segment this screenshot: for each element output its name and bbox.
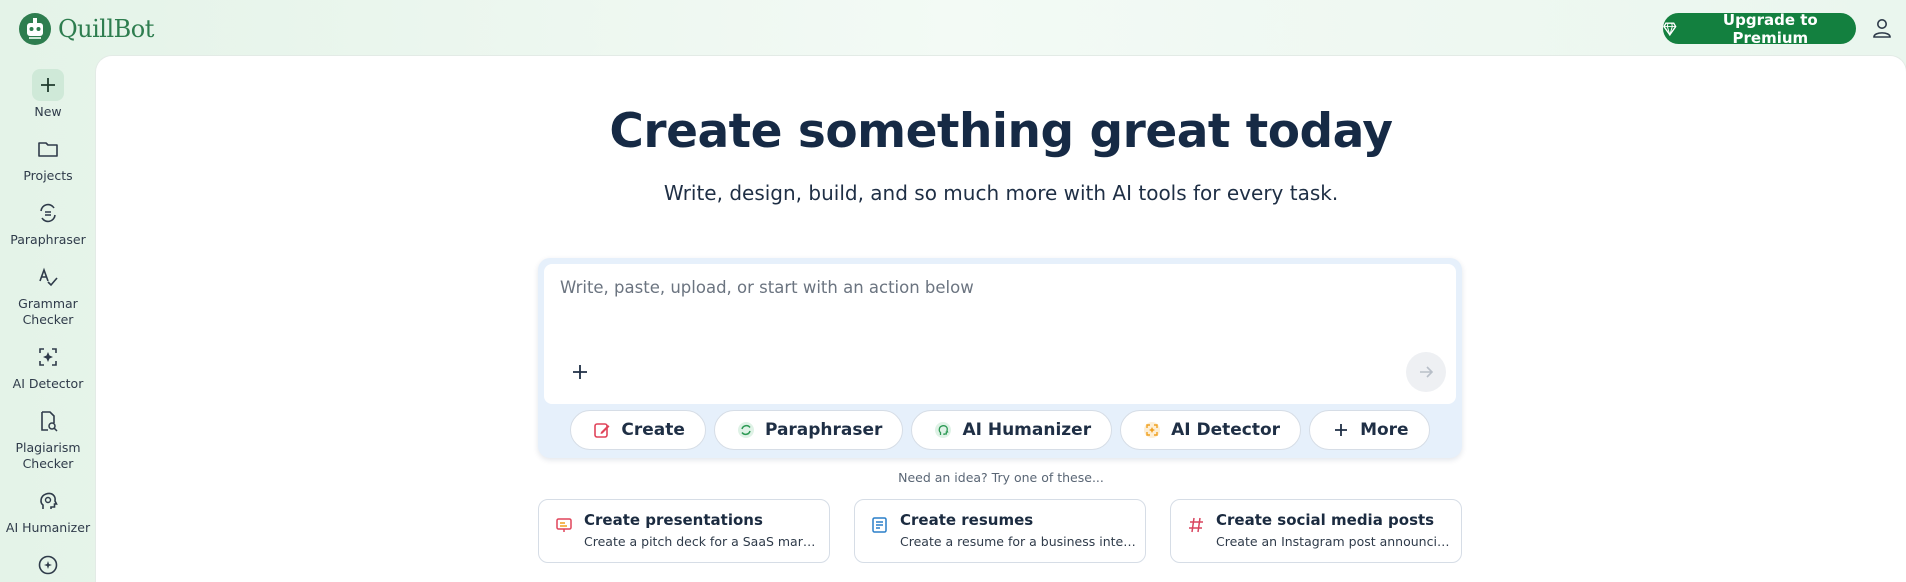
plus-icon [32,69,64,101]
plagiarism-icon [32,405,64,437]
sidebar-item-plagiarism-checker[interactable]: Plagiarism Checker [0,405,96,472]
ai-detector-icon [32,341,64,373]
chip-more[interactable]: More [1309,410,1430,450]
sidebar-item-label: Plagiarism Checker [15,440,81,471]
arrow-right-icon [1420,366,1434,378]
prompt-composer: Write, paste, upload, or start with an a… [538,258,1462,458]
card-subtitle: Create an Instagram post announcing a... [1216,534,1452,549]
sidebar-item-label: AI Detector [12,376,84,391]
page-subtitle: Write, design, build, and so much more w… [663,181,1339,205]
sidebar-item-label: Paraphraser [10,232,86,247]
card-title: Create resumes [900,511,1034,529]
user-account-icon[interactable] [1870,16,1894,40]
brand-name: QuillBot [58,15,154,43]
sidebar-item-new[interactable]: New [0,69,96,120]
card-title: Create presentations [584,511,763,529]
chip-label: Paraphraser [764,420,883,440]
sidebar-item-ai-humanizer[interactable]: AI Humanizer [0,485,96,536]
sidebar-item-label: New [34,104,62,119]
chip-ai-detector[interactable]: AI Detector [1120,410,1302,450]
folder-icon [32,133,64,165]
sidebar-item-label: AI Humanizer [5,520,91,535]
send-button[interactable] [1406,352,1446,392]
main-panel: Create something great today Write, desi… [96,56,1906,582]
card-title: Create social media posts [1216,511,1435,529]
prompt-input[interactable]: Write, paste, upload, or start with an a… [544,264,1456,404]
chip-label: More [1360,420,1409,440]
upgrade-button[interactable]: Upgrade to Premium [1663,10,1856,47]
sidebar-item-label: Grammar Checker [18,296,78,327]
sidebar-item-grammar-checker[interactable]: Grammar Checker [0,261,96,328]
suggestion-card-social-media[interactable]: Create social media posts Create an Inst… [1170,499,1462,563]
top-bar: QuillBot Upgrade to Premium [0,0,1906,56]
chip-label: Create [621,420,685,440]
sidebar-item-label: Projects [23,168,73,183]
edit-icon [594,423,610,438]
action-chips: Create Paraphraser AI Humanizer AI Detec… [538,410,1462,450]
sidebar-nav: New Projects Paraphraser Grammar Checker… [0,56,96,582]
ai-detector-icon [1144,422,1161,438]
chip-ai-humanizer[interactable]: AI Humanizer [911,410,1113,450]
prompt-placeholder: Write, paste, upload, or start with an a… [560,278,974,297]
grammar-check-icon [32,261,64,293]
add-circle-icon [32,549,64,581]
humanizer-icon [935,422,952,438]
diamond-icon [1663,21,1677,36]
suggestion-card-presentations[interactable]: Create presentations Create a pitch deck… [538,499,830,563]
sidebar-item-ai-detector[interactable]: AI Detector [0,341,96,392]
suggestion-card-resumes[interactable]: Create resumes Create a resume for a bus… [854,499,1146,563]
card-subtitle: Create a pitch deck for a SaaS marketin.… [584,534,820,549]
presentation-icon [556,518,572,532]
humanizer-icon [32,485,64,517]
page-title: Create something great today [609,104,1393,159]
hashtag-icon [1189,517,1203,533]
sidebar-item-more[interactable] [0,549,96,581]
paraphraser-icon [737,422,754,438]
upgrade-label: Upgrade to Premium [1722,10,1818,47]
chip-create[interactable]: Create [570,410,706,450]
paraphraser-icon [32,197,64,229]
quillbot-logo[interactable]: QuillBot [18,12,154,46]
sidebar-item-projects[interactable]: Projects [0,133,96,184]
chip-label: AI Humanizer [962,420,1092,440]
chip-paraphraser[interactable]: Paraphraser [713,410,904,450]
attach-plus-icon[interactable] [568,360,592,384]
sidebar-item-paraphraser[interactable]: Paraphraser [0,197,96,248]
chip-label: AI Detector [1171,420,1281,440]
card-subtitle: Create a resume for a business internsh.… [900,534,1136,549]
suggestions-hint: Need an idea? Try one of these... [898,470,1104,485]
plus-icon [1335,424,1348,436]
quillbot-logo-icon [19,13,51,45]
resume-icon [872,517,887,533]
